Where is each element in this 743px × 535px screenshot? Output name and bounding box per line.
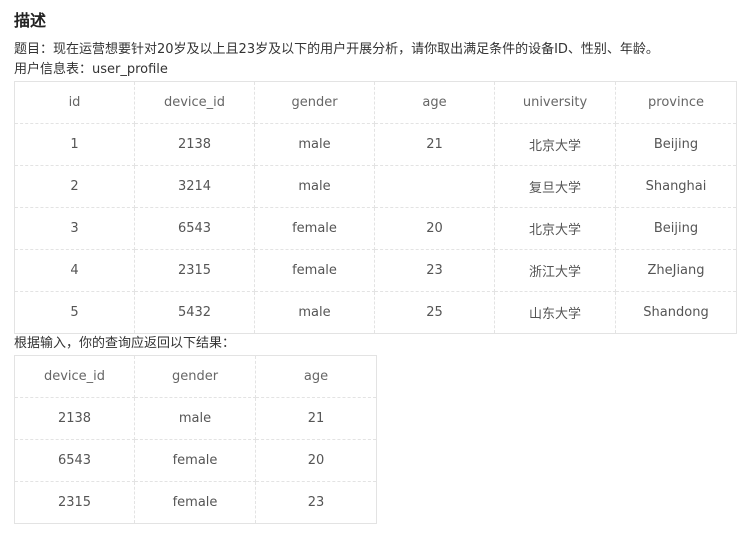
cell-gender: male: [134, 397, 256, 440]
problem-description: 描述 题目：现在运营想要针对20岁及以上且23岁及以下的用户开展分析，请你取出满…: [14, 0, 737, 524]
cell-university: 复旦大学: [494, 165, 616, 208]
cell-province: Shanghai: [615, 165, 737, 208]
cell-age: 25: [374, 291, 495, 334]
cell-gender: female: [134, 439, 256, 482]
cell-gender: female: [254, 207, 375, 250]
cell-device-id: 2315: [134, 249, 255, 292]
cell-device-id: 6543: [14, 439, 135, 482]
cell-province: Beijing: [615, 207, 737, 250]
table-header-row: id device_id gender age university provi…: [14, 81, 737, 124]
cell-university: 山东大学: [494, 291, 616, 334]
column-header-university: university: [494, 81, 616, 124]
cell-gender: female: [134, 481, 256, 524]
table-row: 3 6543 female 20 北京大学 Beijing: [14, 207, 737, 250]
cell-id: 3: [14, 207, 135, 250]
column-header-age: age: [255, 355, 377, 398]
table-header-row: device_id gender age: [14, 355, 377, 398]
cell-gender: male: [254, 123, 375, 166]
cell-age: 21: [255, 397, 377, 440]
cell-university: 北京大学: [494, 207, 616, 250]
column-header-age: age: [374, 81, 495, 124]
question-text: 题目：现在运营想要针对20岁及以上且23岁及以下的用户开展分析，请你取出满足条件…: [14, 42, 659, 57]
cell-age: 23: [374, 249, 495, 292]
cell-device-id: 3214: [134, 165, 255, 208]
table-row: 1 2138 male 21 北京大学 Beijing: [14, 123, 737, 166]
cell-province: Beijing: [615, 123, 737, 166]
cell-device-id: 2138: [14, 397, 135, 440]
cell-device-id: 2315: [14, 481, 135, 524]
column-header-province: province: [615, 81, 737, 124]
table-row: 2315 female 23: [14, 481, 377, 524]
expected-result-table: device_id gender age 2138 male 21 6543 f…: [14, 355, 377, 524]
cell-gender: female: [254, 249, 375, 292]
table-intro: 用户信息表：user_profile: [14, 62, 168, 77]
cell-device-id: 6543: [134, 207, 255, 250]
cell-id: 1: [14, 123, 135, 166]
table-row: 5 5432 male 25 山东大学 Shandong: [14, 291, 737, 334]
cell-id: 2: [14, 165, 135, 208]
cell-province: ZheJiang: [615, 249, 737, 292]
cell-age: 20: [255, 439, 377, 482]
result-intro: 根据输入，你的查询应返回以下结果：: [14, 336, 236, 351]
cell-university: 北京大学: [494, 123, 616, 166]
cell-device-id: 2138: [134, 123, 255, 166]
cell-id: 4: [14, 249, 135, 292]
table-row: 6543 female 20: [14, 439, 377, 482]
user-profile-table: id device_id gender age university provi…: [14, 81, 737, 334]
column-header-gender: gender: [134, 355, 256, 398]
cell-device-id: 5432: [134, 291, 255, 334]
cell-age: 21: [374, 123, 495, 166]
cell-age: 23: [255, 481, 377, 524]
table-row: 2138 male 21: [14, 397, 377, 440]
cell-age: 20: [374, 207, 495, 250]
column-header-device-id: device_id: [14, 355, 135, 398]
cell-id: 5: [14, 291, 135, 334]
cell-province: Shandong: [615, 291, 737, 334]
cell-university: 浙江大学: [494, 249, 616, 292]
column-header-device-id: device_id: [134, 81, 255, 124]
column-header-gender: gender: [254, 81, 375, 124]
cell-gender: male: [254, 165, 375, 208]
cell-age: [374, 165, 495, 208]
table-row: 2 3214 male 复旦大学 Shanghai: [14, 165, 737, 208]
section-heading: 描述: [14, 11, 47, 30]
column-header-id: id: [14, 81, 135, 124]
cell-gender: male: [254, 291, 375, 334]
table-row: 4 2315 female 23 浙江大学 ZheJiang: [14, 249, 737, 292]
